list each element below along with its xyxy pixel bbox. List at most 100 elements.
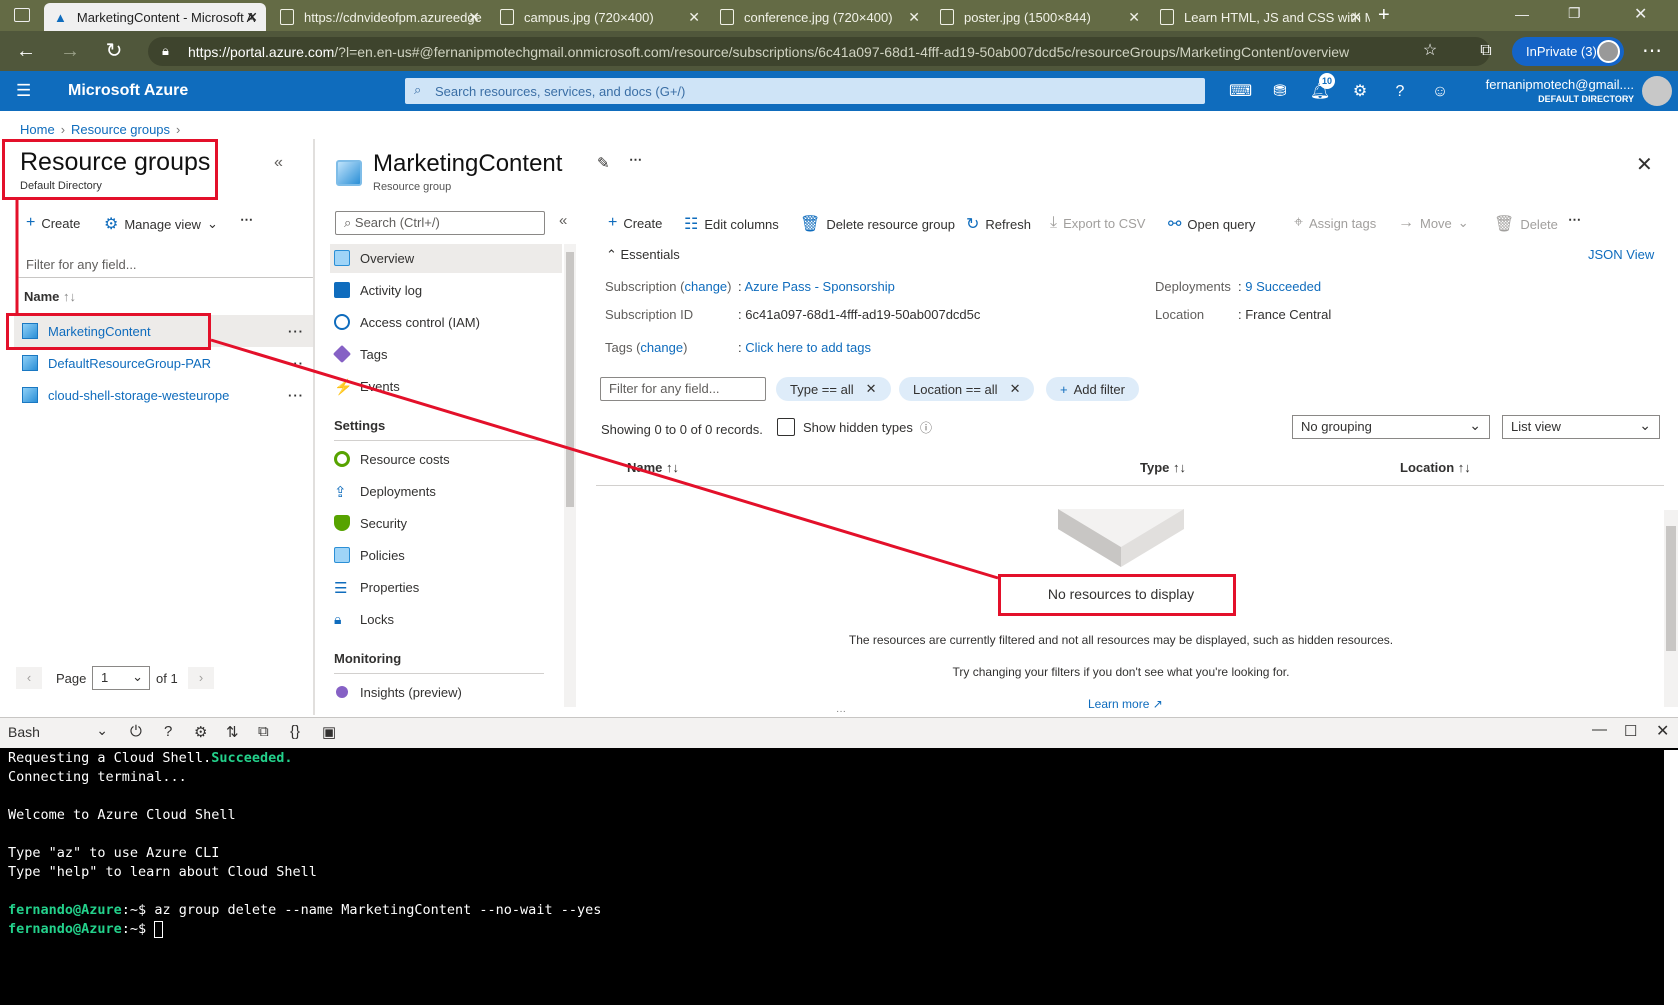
favorites-icon[interactable]: ☆ [1418, 39, 1442, 63]
new-tab-button[interactable]: + [1378, 4, 1390, 27]
menu-locks[interactable]: 🔒︎ Locks [334, 605, 394, 633]
info-icon[interactable]: ⓘ [920, 419, 932, 436]
menu-access-control[interactable]: Access control (IAM) [334, 308, 480, 336]
hamburger-menu-icon[interactable]: ☰ [16, 81, 31, 101]
tab-learn[interactable]: Learn HTML, JS and CSS with M ✕ [1150, 3, 1370, 31]
move-button[interactable]: → Move ⌄ [1398, 214, 1469, 232]
forward-button[interactable]: → [58, 39, 82, 63]
upload-download-icon[interactable]: ⇅ [226, 723, 239, 741]
create-rg-button[interactable]: + Create [26, 214, 80, 232]
terminal-scrollbar[interactable] [1664, 750, 1678, 1005]
more-options-icon[interactable]: ⋯ [240, 212, 253, 228]
delete-rg-button[interactable]: 🗑︎ Delete resource group [800, 214, 955, 234]
help-icon[interactable]: ? [164, 723, 172, 740]
change-tags-link[interactable]: change [640, 340, 683, 355]
type-filter-pill[interactable]: Type == all ✕ [776, 377, 891, 401]
json-view-link[interactable]: JSON View [1588, 247, 1654, 262]
help-icon[interactable]: ? [1389, 81, 1411, 103]
minimize-window-button[interactable]: — [1515, 6, 1529, 22]
global-search-input[interactable]: ⌕ Search resources, services, and docs (… [405, 78, 1205, 104]
add-tags-link[interactable]: Click here to add tags [745, 340, 871, 355]
close-tab-icon[interactable]: ✕ [688, 9, 700, 26]
prev-page-button[interactable]: ‹ [16, 667, 42, 689]
close-blade-icon[interactable]: ✕ [1636, 152, 1653, 177]
new-session-icon[interactable]: ⧉ [258, 723, 269, 740]
list-item[interactable]: DefaultResourceGroup-PAR ··· [14, 347, 314, 379]
user-avatar[interactable] [1642, 76, 1672, 106]
deployments-link[interactable]: 9 Succeeded [1245, 279, 1321, 294]
next-page-button[interactable]: › [188, 667, 214, 689]
list-item[interactable]: cloud-shell-storage-westeurope ··· [14, 379, 314, 411]
refresh-button[interactable]: ↻ Refresh [966, 214, 1031, 234]
remove-filter-icon[interactable]: ✕ [866, 381, 877, 397]
cloud-shell-icon[interactable]: ⌨ [1229, 81, 1252, 103]
menu-security[interactable]: Security [334, 509, 407, 537]
menu-properties[interactable]: ☰ Properties [334, 573, 419, 601]
assign-tags-button[interactable]: ⌖ Assign tags [1294, 214, 1376, 232]
change-subscription-link[interactable]: change [685, 279, 728, 294]
menu-overview[interactable]: Overview [334, 244, 414, 272]
close-shell-button[interactable]: ✕ [1656, 721, 1669, 741]
location-filter-pill[interactable]: Location == all ✕ [899, 377, 1035, 401]
feedback-icon[interactable]: ☺ [1429, 81, 1451, 103]
name-column-header[interactable]: Name ↑↓ [627, 460, 679, 475]
tab-actions-icon[interactable] [14, 8, 30, 22]
open-query-button[interactable]: ⚯ Open query [1168, 214, 1255, 234]
header-more-icon[interactable]: ⋯ [629, 152, 642, 168]
row-more-icon[interactable]: ··· [288, 356, 304, 371]
web-preview-icon[interactable]: ▣ [322, 723, 336, 741]
manage-view-button[interactable]: ⚙ Manage view ⌄ [104, 214, 218, 234]
breadcrumb-home[interactable]: Home [20, 122, 55, 137]
menu-tags[interactable]: Tags [332, 340, 387, 368]
reload-button[interactable]: ↻ [102, 39, 126, 63]
settings-gear-icon[interactable]: ⚙ [194, 723, 207, 741]
add-filter-button[interactable]: + Add filter [1046, 377, 1139, 401]
tab-campus[interactable]: campus.jpg (720×400) ✕ [490, 3, 708, 31]
maximize-shell-button[interactable]: ☐ [1624, 722, 1637, 740]
rg-filter-input[interactable]: Filter for any field... [18, 254, 314, 278]
name-column-header[interactable]: Name ↑↓ [24, 289, 76, 304]
menu-resource-costs[interactable]: Resource costs [334, 445, 450, 473]
menu-activity-log[interactable]: Activity log [334, 276, 422, 304]
collapse-menu-icon[interactable]: « [559, 212, 567, 229]
grouping-select[interactable]: No grouping ⌄ [1292, 415, 1490, 439]
menu-insights[interactable]: Insights (preview) [334, 678, 462, 706]
inprivate-button[interactable]: InPrivate (3) [1512, 37, 1624, 66]
restore-window-button[interactable]: ❐ [1568, 5, 1581, 22]
url-field[interactable]: 🔒︎ https://portal.azure.com/?l=en.en-us#… [148, 37, 1490, 66]
user-account[interactable]: fernanipmotech@gmail.... DEFAULT DIRECTO… [1486, 77, 1634, 107]
terminal-output[interactable]: Requesting a Cloud Shell.Succeeded. Conn… [0, 748, 1678, 1005]
collapse-blade-icon[interactable]: « [274, 154, 283, 172]
remove-filter-icon[interactable]: ✕ [1010, 381, 1021, 397]
close-tab-icon[interactable]: ✕ [468, 9, 480, 26]
editor-braces-icon[interactable]: {} [290, 723, 300, 740]
back-button[interactable]: ← [14, 39, 38, 63]
collections-icon[interactable]: ⧉ [1474, 39, 1498, 63]
close-tab-icon[interactable]: ✕ [246, 9, 258, 26]
type-column-header[interactable]: Type ↑↓ [1140, 460, 1186, 475]
close-tab-icon[interactable]: ✕ [908, 9, 920, 26]
scrollbar-thumb[interactable] [566, 252, 574, 507]
edit-columns-button[interactable]: ☷ Edit columns [684, 214, 779, 234]
row-more-icon[interactable]: ··· [288, 388, 304, 403]
more-menu-icon[interactable]: ⋯ [1640, 39, 1664, 63]
row-more-icon[interactable]: ··· [288, 324, 304, 339]
tab-cdn[interactable]: https://cdnvideofpm.azureedge ✕ [270, 3, 488, 31]
tab-conference[interactable]: conference.jpg (720×400) ✕ [710, 3, 928, 31]
close-tab-icon[interactable]: ✕ [1350, 9, 1362, 26]
toolbar-more-icon[interactable]: ⋯ [1568, 212, 1581, 228]
minimize-shell-button[interactable]: — [1592, 721, 1607, 738]
close-tab-icon[interactable]: ✕ [1128, 9, 1140, 26]
menu-scrollbar[interactable] [564, 244, 576, 707]
menu-events[interactable]: ⚡ Events [334, 372, 400, 400]
resize-handle[interactable]: ··· [836, 706, 846, 717]
close-window-button[interactable]: ✕ [1634, 4, 1647, 24]
location-column-header[interactable]: Location ↑↓ [1400, 460, 1471, 475]
delete-button[interactable]: 🗑︎ Delete [1494, 214, 1558, 234]
subscription-link[interactable]: Azure Pass - Sponsorship [745, 279, 895, 294]
tab-marketingcontent[interactable]: ▲ MarketingContent - Microsoft A ✕ [44, 3, 266, 31]
page-select[interactable]: 1 ⌄ [92, 666, 150, 690]
tab-poster[interactable]: poster.jpg (1500×844) ✕ [930, 3, 1148, 31]
settings-gear-icon[interactable]: ⚙ [1349, 81, 1371, 103]
menu-search-input[interactable]: ⌕ Search (Ctrl+/) [335, 211, 545, 235]
